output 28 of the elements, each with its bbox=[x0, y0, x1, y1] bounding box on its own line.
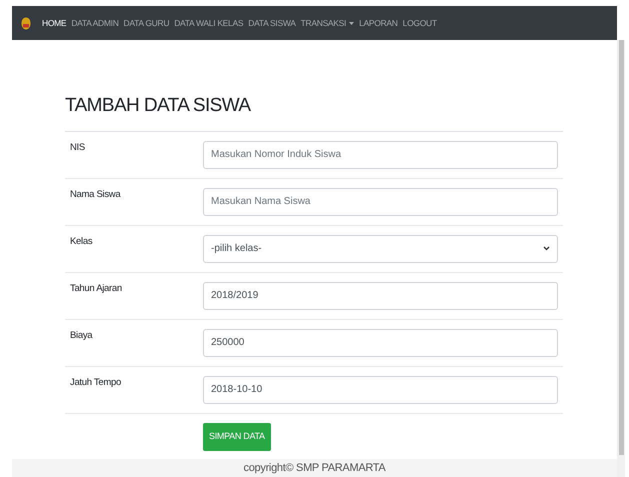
save-button[interactable]: SIMPAN DATA bbox=[203, 422, 271, 450]
emblem-icon bbox=[21, 16, 31, 30]
nav-link[interactable]: DATA GURU bbox=[124, 16, 170, 30]
input-field[interactable]: 2018/2019 bbox=[203, 282, 558, 310]
input-field[interactable]: 2018-10-10 bbox=[203, 376, 558, 404]
form-title: TAMBAH DATA SISWA bbox=[65, 92, 563, 132]
scrollbar-thumb[interactable] bbox=[618, 40, 624, 455]
field-label: Jatuh Tempo bbox=[69, 376, 122, 390]
nav-link[interactable]: HOME bbox=[42, 16, 66, 30]
copyright-text: copyright© SMP PARAMARTA bbox=[244, 460, 386, 476]
nav-link[interactable]: DATA SISWA bbox=[248, 16, 296, 30]
caret-icon bbox=[349, 22, 354, 24]
nav-link[interactable]: TRANSAKSI bbox=[300, 16, 354, 30]
field-label: Biaya bbox=[69, 328, 94, 342]
nav-link[interactable]: DATA WALI KELAS bbox=[174, 16, 244, 30]
nav-link[interactable]: LOGOUT bbox=[402, 16, 437, 30]
field-label: Tahun Ajaran bbox=[69, 282, 123, 296]
nav-link[interactable]: LAPORAN bbox=[359, 16, 398, 30]
nav-link[interactable]: DATA ADMIN bbox=[71, 16, 119, 30]
scrollbar[interactable] bbox=[617, 40, 625, 477]
input-field[interactable]: 250000 bbox=[203, 328, 558, 356]
field-label: Nama Siswa bbox=[69, 188, 122, 202]
field-label: Kelas bbox=[69, 234, 94, 248]
input-field[interactable]: Masukan Nama Siswa bbox=[203, 188, 558, 216]
input-field[interactable]: Masukan Nomor Induk Siswa bbox=[203, 140, 558, 168]
field-label: NIS bbox=[69, 140, 86, 154]
chevron-down-icon bbox=[543, 246, 550, 251]
select-field[interactable]: -pilih kelas- bbox=[203, 234, 558, 262]
